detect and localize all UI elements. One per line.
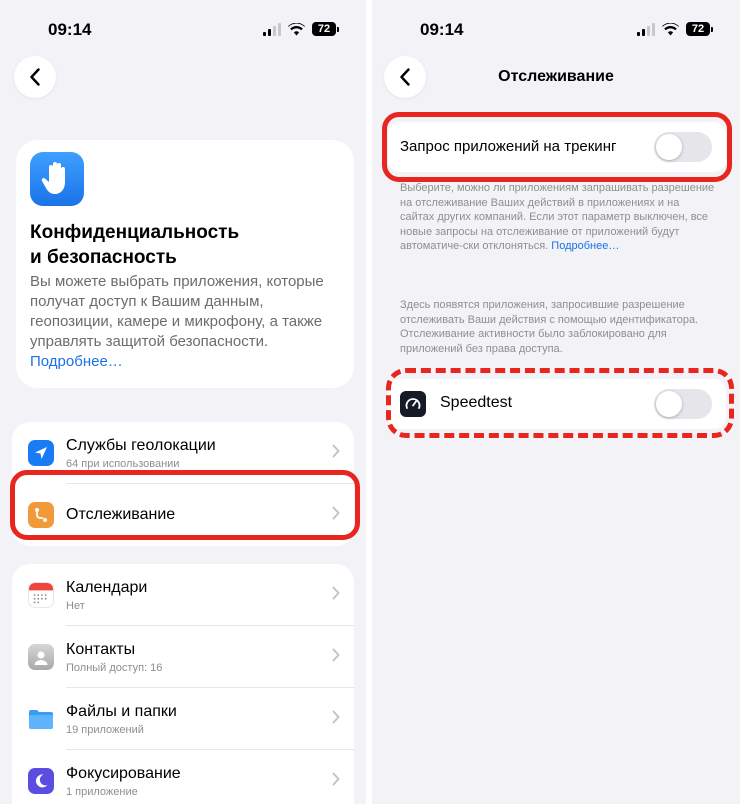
speedtest-icon: [400, 391, 426, 417]
cellular-signal-icon: [637, 22, 655, 36]
privacy-description: Вы можете выбрать приложения, которые по…: [30, 273, 324, 370]
calendar-icon: [28, 582, 54, 608]
chevron-left-icon: [30, 68, 40, 86]
chevron-right-icon: [332, 648, 340, 662]
apps-footnote: Здесь появятся приложения, запросившие р…: [400, 299, 699, 355]
tracking-request-footnote: Выберите, можно ли приложениям запрашива…: [400, 182, 715, 253]
battery-icon: 72: [312, 22, 339, 36]
tracking-icon: [28, 502, 54, 528]
battery-icon: 72: [686, 22, 713, 36]
status-bar: 09:14 72: [372, 18, 740, 42]
app-name: Speedtest: [440, 394, 513, 411]
folder-icon: [28, 706, 54, 732]
contacts-icon: [28, 644, 54, 670]
chevron-right-icon: [332, 710, 340, 724]
tracking-request-row: Запрос приложений на трекинг: [388, 122, 726, 172]
location-tracking-group: Службы геолокации 64 при использовании О…: [12, 422, 354, 546]
moon-icon: [28, 768, 54, 794]
chevron-right-icon: [332, 586, 340, 600]
speedtest-tracking-toggle[interactable]: [654, 389, 712, 419]
status-time: 09:14: [420, 20, 464, 39]
app-row-speedtest: Speedtest: [388, 379, 726, 429]
list-item-location-services[interactable]: Службы геолокации 64 при использовании: [12, 422, 354, 484]
privacy-settings-screen: 09:14 72 Конфиденциальность и безопаснос…: [0, 0, 366, 804]
tracking-request-label: Запрос приложений на трекинг: [400, 138, 617, 155]
list-item-focus[interactable]: Фокусирование 1 приложение: [12, 750, 354, 804]
list-item-files[interactable]: Файлы и папки 19 приложений: [12, 688, 354, 750]
page-title: Конфиденциальность и безопасность: [30, 222, 240, 268]
nav-title: Отслеживание: [498, 68, 614, 85]
cellular-signal-icon: [263, 22, 281, 36]
tracking-request-toggle[interactable]: [654, 132, 712, 162]
chevron-right-icon: [332, 444, 340, 458]
learn-more-link[interactable]: Подробнее…: [551, 240, 619, 252]
status-time: 09:14: [48, 20, 92, 39]
wifi-icon: [288, 22, 305, 35]
chevron-right-icon: [332, 506, 340, 520]
status-bar: 09:14 72: [0, 18, 366, 42]
privacy-header-card: Конфиденциальность и безопасность Вы мож…: [16, 140, 354, 388]
wifi-icon: [662, 22, 679, 35]
app-permissions-group: Календари Нет Контакты Полный доступ: 16…: [12, 564, 354, 804]
list-item-calendars[interactable]: Календари Нет: [12, 564, 354, 626]
location-arrow-icon: [28, 440, 54, 466]
back-button[interactable]: [14, 56, 56, 98]
tracking-settings-screen: 09:14 72 Отслеживание Запрос приложений …: [372, 0, 740, 804]
chevron-right-icon: [332, 772, 340, 786]
list-item-contacts[interactable]: Контакты Полный доступ: 16: [12, 626, 354, 688]
list-item-tracking[interactable]: Отслеживание: [12, 484, 354, 546]
learn-more-link[interactable]: Подробнее…: [30, 353, 123, 370]
hand-icon: [30, 152, 84, 206]
